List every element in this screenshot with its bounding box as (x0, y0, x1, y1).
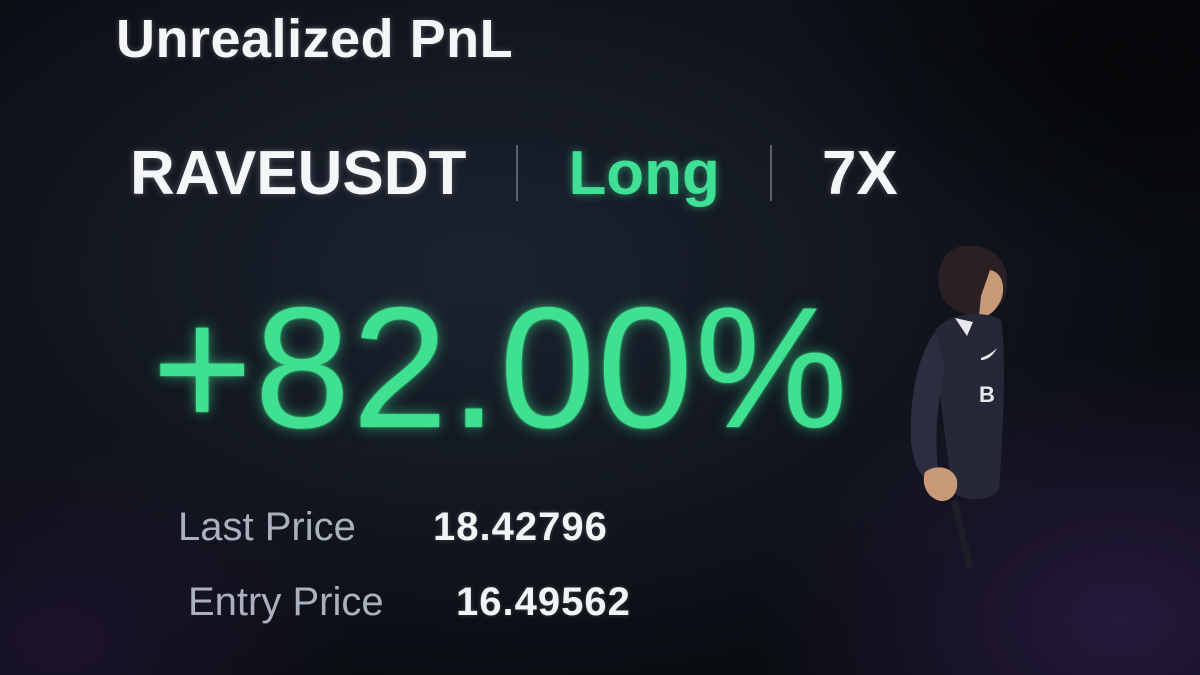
entry-price-label: Entry Price (188, 580, 384, 624)
entry-price-row: Entry Price 16.49562 (188, 580, 631, 625)
last-price-value: 18.42796 (433, 505, 608, 549)
pnl-share-card: Unrealized PnL RAVEUSDT Long 7X +82.00% … (0, 0, 1200, 675)
svg-text:B: B (979, 382, 995, 407)
pair-symbol: RAVEUSDT (130, 138, 467, 208)
position-info-row: RAVEUSDT Long 7X (130, 138, 898, 208)
divider (516, 145, 519, 201)
last-price-label: Last Price (178, 505, 356, 549)
pnl-percent: +82.00% (152, 272, 850, 464)
position-side: Long (568, 138, 720, 208)
character-figure-icon: B (910, 245, 1008, 570)
card-title: Unrealized PnL (116, 9, 514, 69)
divider (769, 145, 772, 201)
entry-price-value: 16.49562 (456, 580, 631, 624)
leverage-value: 7X (821, 138, 898, 208)
last-price-row: Last Price 18.42796 (178, 505, 608, 550)
